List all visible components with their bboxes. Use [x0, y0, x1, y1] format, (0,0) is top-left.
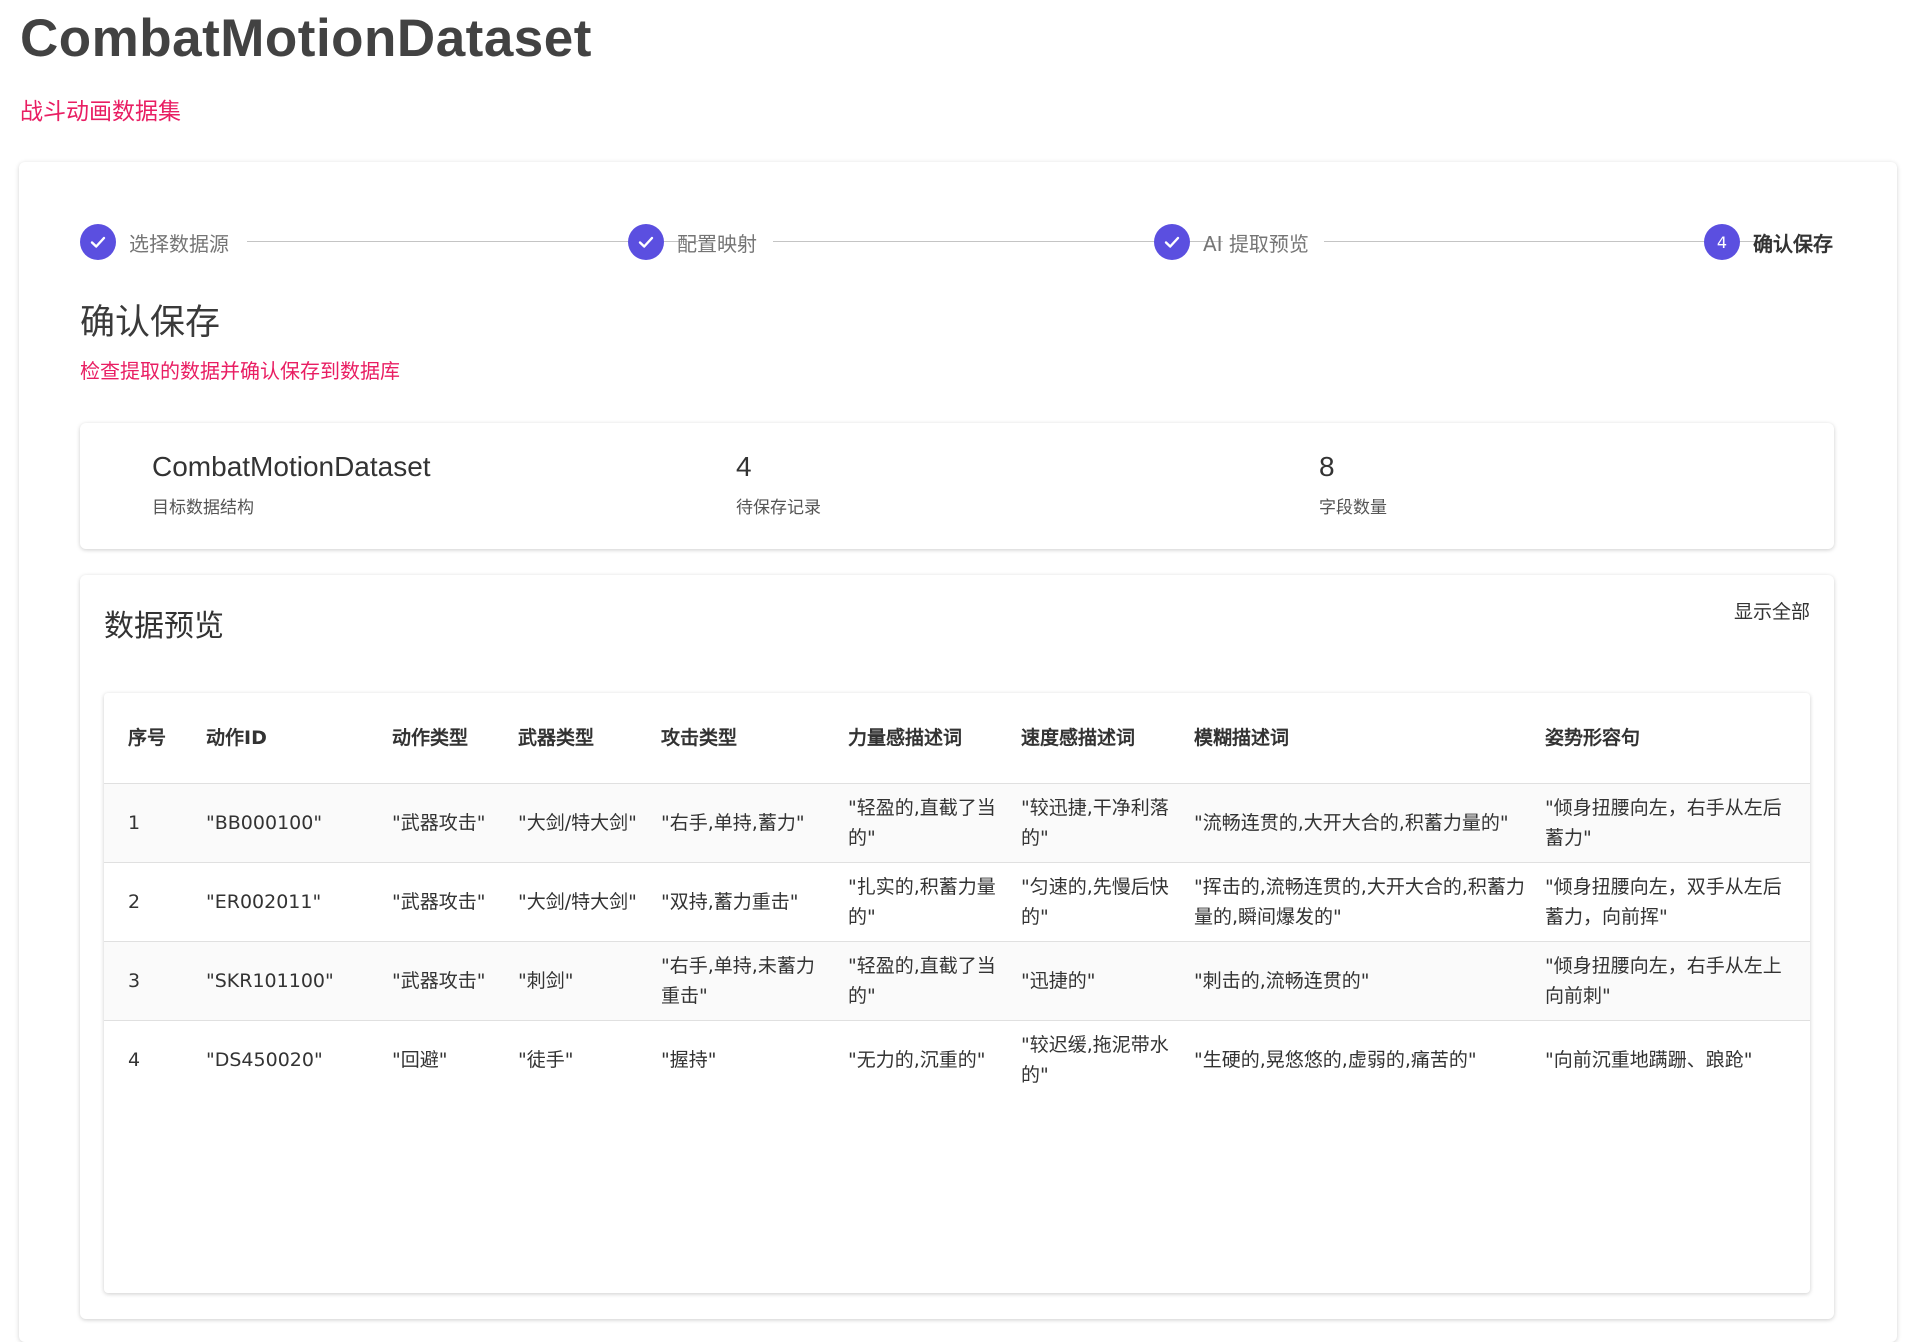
table-cell: "较迅捷,干净利落的" [1011, 783, 1184, 863]
table-cell: "无力的,沉重的" [848, 1048, 986, 1071]
table-cell: "刺剑" [508, 941, 651, 1021]
table-cell: "倾身扭腰向左，双手从左后蓄力，向前挥" [1535, 862, 1810, 942]
page-title: CombatMotionDataset [20, 9, 592, 68]
column-header[interactable]: 模糊描述词 [1184, 693, 1535, 784]
table-header-row: 序号 动作ID 动作类型 武器类型 攻击类型 力量感描述词 速度感描述词 模糊描… [104, 693, 1810, 784]
table-cell: "较迟缓,拖泥带水的" [1021, 1033, 1169, 1086]
step-configure-mapping[interactable]: 配置映射 [628, 222, 757, 262]
table-cell: "武器攻击" [382, 783, 508, 863]
step-ai-extract-preview[interactable]: AI 提取预览 [1154, 222, 1309, 262]
stat-label: 目标数据结构 [152, 498, 254, 518]
table-cell: "倾身扭腰向左，右手从左后蓄力" [1535, 783, 1810, 863]
table-cell: "DS450020" [206, 1048, 323, 1071]
check-icon [628, 224, 664, 260]
stat-value: CombatMotionDataset [152, 451, 431, 482]
table-cell: "武器攻击" [382, 941, 508, 1021]
table-cell: 4 [128, 1048, 141, 1071]
table-cell: 2 [104, 862, 196, 942]
table-cell: "握持" [661, 1048, 717, 1071]
step-label: 选择数据源 [129, 231, 229, 256]
column-header[interactable]: 力量感描述词 [838, 693, 1011, 784]
step-select-source[interactable]: 选择数据源 [80, 222, 229, 262]
stat-pending-records: 4 待保存记录 [736, 451, 821, 518]
table-cell: "轻盈的,直截了当的" [838, 783, 1011, 863]
table-cell: "ER002011" [196, 862, 382, 942]
table-cell: "匀速的,先慢后快的" [1011, 862, 1184, 942]
column-header[interactable]: 速度感描述词 [1011, 693, 1184, 784]
table-cell: "双持,蓄力重击" [651, 862, 838, 942]
table-cell: "回避" [392, 1048, 448, 1071]
step-label: 确认保存 [1753, 231, 1833, 256]
table-cell: "SKR101100" [196, 941, 382, 1021]
table-cell: "向前沉重地蹒跚、踉跄" [1545, 1048, 1753, 1071]
table-cell: "流畅连贯的,大开大合的,积蓄力量的" [1184, 783, 1535, 863]
table-cell: "右手,单持,未蓄力重击" [651, 941, 838, 1021]
stat-label: 字段数量 [1319, 498, 1387, 518]
table-cell: "刺击的,流畅连贯的" [1184, 941, 1535, 1021]
stat-label: 待保存记录 [736, 498, 821, 518]
step-label: AI 提取预览 [1203, 231, 1309, 256]
table-cell: "右手,单持,蓄力" [651, 783, 838, 863]
column-header[interactable]: 动作类型 [382, 693, 508, 784]
stepper: 选择数据源 配置映射 AI 提取预览 4 确认保存 [80, 222, 1835, 262]
table-cell: "武器攻击" [382, 862, 508, 942]
show-all-button[interactable]: 显示全部 [1734, 597, 1810, 624]
section-subtitle: 检查提取的数据并确认保存到数据库 [80, 359, 400, 383]
data-table: 序号 动作ID 动作类型 武器类型 攻击类型 力量感描述词 速度感描述词 模糊描… [104, 693, 1810, 1293]
table-cell: "大剑/特大剑" [508, 783, 651, 863]
table-row[interactable]: 3 "SKR101100" "武器攻击" "刺剑" "右手,单持,未蓄力重击" … [104, 941, 1810, 1021]
table-row[interactable]: 4 "DS450020" "回避" "徒手" "握持" "无力的,沉重的" "较… [104, 1020, 1810, 1099]
step-number-icon: 4 [1704, 224, 1740, 260]
stat-value: 8 [1319, 451, 1335, 482]
column-header[interactable]: 攻击类型 [651, 693, 838, 784]
table-cell: "挥击的,流畅连贯的,大开大合的,积蓄力量的,瞬间爆发的" [1184, 862, 1535, 942]
stat-field-count: 8 字段数量 [1319, 451, 1387, 518]
stat-value: 4 [736, 451, 752, 482]
table-cell: "迅捷的" [1011, 941, 1184, 1021]
preview-card: 数据预览 显示全部 序号 动作ID 动作类型 武器类型 攻击类型 力量感描述词 … [80, 575, 1834, 1319]
table-cell: 3 [104, 941, 196, 1021]
table-row[interactable]: 2 "ER002011" "武器攻击" "大剑/特大剑" "双持,蓄力重击" "… [104, 862, 1810, 942]
stat-target-structure: CombatMotionDataset 目标数据结构 [152, 451, 431, 518]
section-title: 确认保存 [80, 303, 221, 343]
column-header[interactable]: 动作ID [196, 693, 382, 784]
summary-card: CombatMotionDataset 目标数据结构 4 待保存记录 8 字段数… [80, 423, 1834, 549]
table-cell: "大剑/特大剑" [508, 862, 651, 942]
column-header[interactable]: 序号 [104, 693, 196, 784]
table-cell: 1 [104, 783, 196, 863]
check-icon [1154, 224, 1190, 260]
table-row[interactable]: 1 "BB000100" "武器攻击" "大剑/特大剑" "右手,单持,蓄力" … [104, 783, 1810, 863]
step-confirm-save[interactable]: 4 确认保存 [1704, 222, 1833, 262]
table-cell: "轻盈的,直截了当的" [838, 941, 1011, 1021]
table-cell: "生硬的,晃悠悠的,虚弱的,痛苦的" [1194, 1048, 1477, 1071]
preview-title: 数据预览 [104, 609, 224, 644]
step-label: 配置映射 [677, 231, 757, 256]
table-cell: "倾身扭腰向左，右手从左上向前刺" [1535, 941, 1810, 1021]
column-header[interactable]: 武器类型 [508, 693, 651, 784]
table-cell: "扎实的,积蓄力量的" [838, 862, 1011, 942]
page-subtitle: 战斗动画数据集 [20, 99, 181, 125]
check-icon [80, 224, 116, 260]
table-cell: "BB000100" [196, 783, 382, 863]
table-cell: "徒手" [518, 1048, 574, 1071]
column-header[interactable]: 姿势形容句 [1535, 693, 1810, 784]
